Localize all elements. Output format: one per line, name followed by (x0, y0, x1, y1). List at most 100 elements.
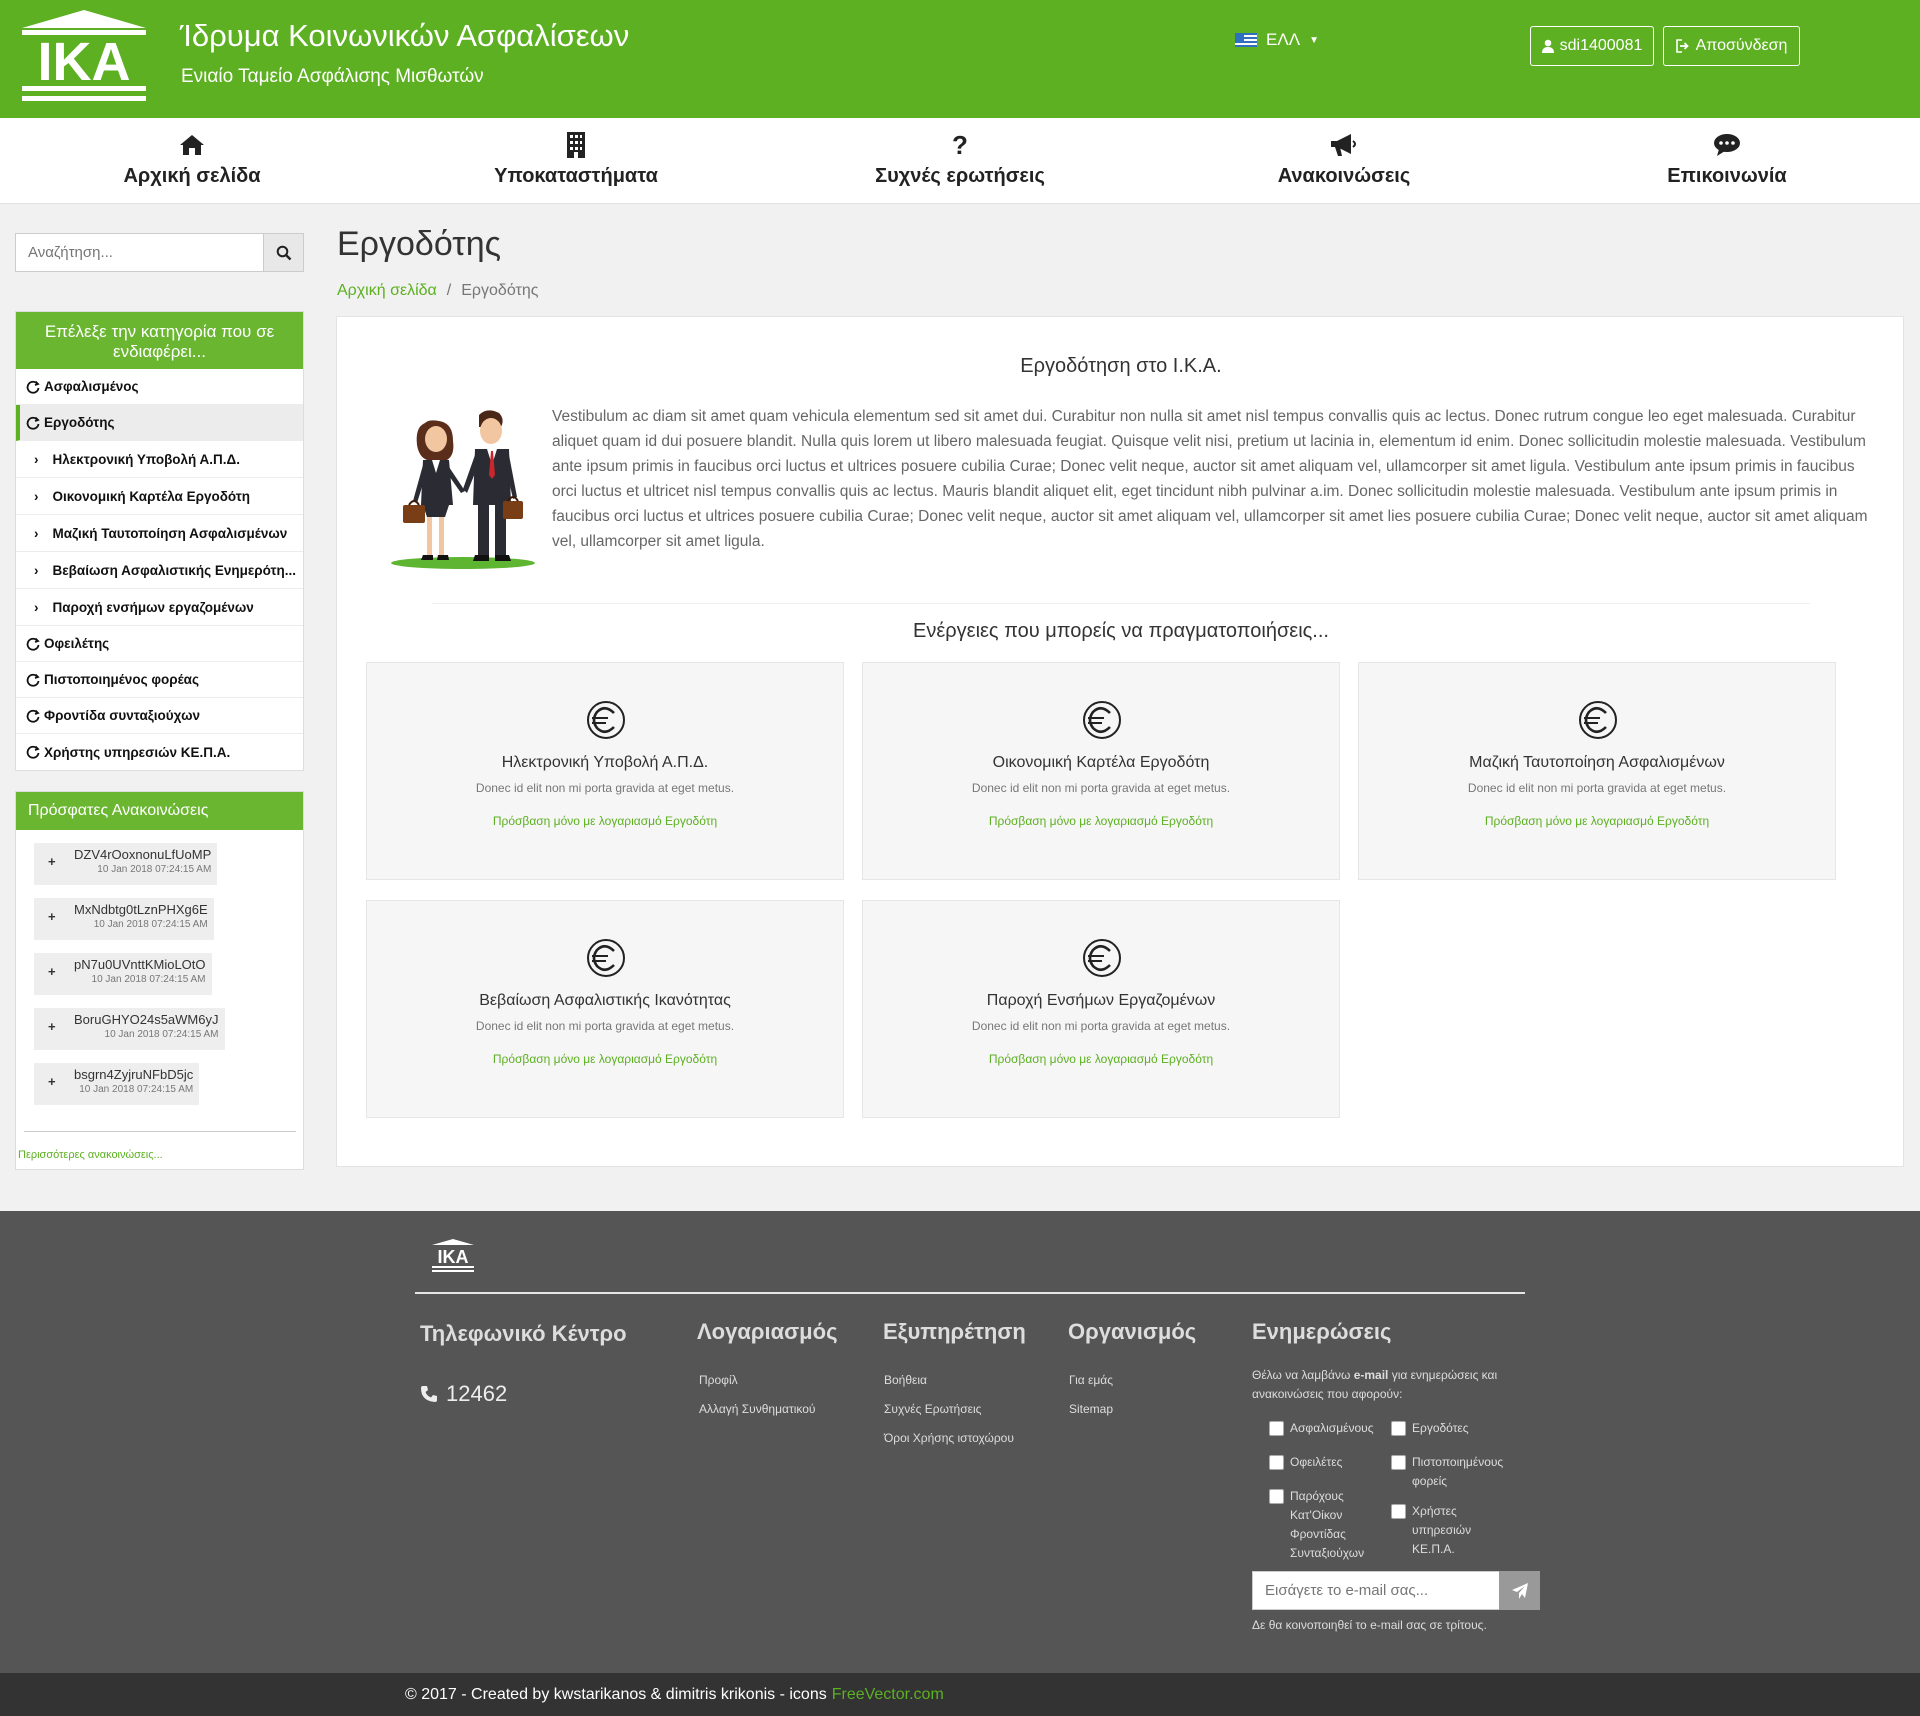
subcategory-insurance-certificate[interactable]: › Βεβαίωση Ασφαλιστικής Ενημερότη... (16, 552, 303, 589)
nav-home[interactable]: Αρχική σελίδα (72, 130, 312, 188)
language-label: ΕΛΛ (1266, 30, 1301, 49)
checkbox[interactable] (1391, 1421, 1406, 1436)
announcement-code: bsgrn4ZyjruNFbD5jc (74, 1067, 194, 1082)
building-icon (567, 132, 585, 158)
announcement-item[interactable]: + pN7u0UVnttKMioLOtO 10 Jan 2018 07:24:15 … (34, 953, 212, 995)
nav-contact[interactable]: Επικοινωνία (1607, 130, 1847, 188)
chevron-right-icon: › (34, 599, 39, 615)
user-icon (1541, 39, 1554, 53)
footer-link-faq[interactable]: Συχνές Ερωτήσεις (884, 1402, 981, 1416)
logout-button[interactable]: Αποσύνδεση (1663, 26, 1800, 66)
ika-footer-logo[interactable]: ΙΚΑ (430, 1238, 476, 1272)
action-card-link[interactable]: Πρόσβαση μόνο με λογαριασμό Εργοδότη (863, 1052, 1339, 1066)
ika-logo[interactable]: ΙΚΑ (17, 8, 151, 104)
search-button[interactable] (263, 234, 303, 271)
category-employer[interactable]: Εργοδότης (16, 405, 303, 441)
announcement-date: 10 Jan 2018 07:24:15 AM (91, 974, 206, 985)
action-card-link[interactable]: Πρόσβαση μόνο με λογαριασμό Εργοδότη (367, 814, 843, 828)
announcement-date: 10 Jan 2018 07:24:15 AM (104, 1029, 219, 1040)
action-card-description: Donec id elit non mi porta gravida at eg… (475, 781, 735, 795)
announcement-date: 10 Jan 2018 07:24:15 AM (97, 864, 212, 875)
announcement-item[interactable]: + BoruGHYO24s5aWM6yJ 10 Jan 2018 07:24:15 … (34, 1008, 225, 1050)
footer-link-change-password[interactable]: Αλλαγή Συνθηματικού (699, 1402, 815, 1416)
nav-faq[interactable]: ? Συχνές ερωτήσεις (840, 130, 1080, 188)
footer-link-about[interactable]: Για εμάς (1069, 1373, 1113, 1387)
search-icon (276, 245, 291, 260)
updates-heading: Ενημερώσεις (1252, 1319, 1392, 1344)
service-heading: Εξυπηρέτηση (883, 1319, 1026, 1344)
subscribe-button[interactable] (1499, 1571, 1540, 1610)
footer-link-terms[interactable]: Όροι Χρήσης ιστοχώρου (884, 1431, 1014, 1445)
checkbox[interactable] (1269, 1421, 1284, 1436)
action-card-link[interactable]: Πρόσβαση μόνο με λογαριασμό Εργοδότη (367, 1052, 843, 1066)
subcategory-label: Μαζική Ταυτοποίηση Ασφαλισμένων (52, 525, 288, 541)
org-subtitle: Ενιαίο Ταμείο Ασφάλισης Μισθωτών (181, 66, 484, 87)
subcategory-stamps[interactable]: › Παροχή ενσήμων εργαζομένων (16, 589, 303, 626)
plus-icon: + (48, 909, 56, 924)
category-insured[interactable]: Ασφαλισμένος (16, 369, 303, 405)
divider (432, 603, 1810, 604)
footer-link-profile[interactable]: Προφίλ (699, 1373, 738, 1387)
plus-icon: + (48, 964, 56, 979)
action-card-link[interactable]: Πρόσβαση μόνο με λογαριασμό Εργοδότη (863, 814, 1339, 828)
main-content-panel: Εργοδότηση στο Ι.Κ.Α. Vestibulum ac diam… (336, 316, 1904, 1167)
category-debtor[interactable]: Οφειλέτης (16, 626, 303, 662)
euro-circle-icon (587, 939, 625, 977)
newsletter-email (1252, 1571, 1500, 1610)
subscribe-kepa-checkbox[interactable]: Χρήστες υπηρεσιών ΚΕ.Π.Α. (1391, 1502, 1491, 1559)
announcement-date: 10 Jan 2018 07:24:15 AM (79, 1084, 194, 1095)
more-announcements-link[interactable]: Περισσότερες ανακοινώσεις... (18, 1149, 163, 1161)
action-card[interactable]: Ηλεκτρονική Υποβολή Α.Π.Δ. Donec id elit… (366, 662, 844, 880)
category-pensioner-care[interactable]: Φροντίδα συνταξιούχων (16, 698, 303, 734)
caret-down-icon: ▼ (1309, 34, 1319, 46)
announcements-heading: Πρόσφατες Ανακοινώσεις (16, 792, 303, 830)
breadcrumb-home-link[interactable]: Αρχική σελίδα (337, 282, 437, 300)
subcategory-label: Οικονομική Καρτέλα Εργοδότη (52, 488, 251, 504)
freevector-link[interactable]: FreeVector.com (832, 1686, 944, 1704)
recent-announcements: Πρόσφατες Ανακοινώσεις + DZV4rOoxnonuLfUo… (15, 791, 304, 1170)
greek-flag-icon (1235, 33, 1257, 47)
chevron-right-icon: › (34, 451, 39, 467)
nav-contact-label: Επικοινωνία (1667, 165, 1787, 187)
checkbox[interactable] (1269, 1489, 1284, 1504)
actions-heading: Ενέργειες που μπορείς να πραγματοποιήσει… (913, 620, 1329, 642)
subcategory-bulk-identification[interactable]: › Μαζική Ταυτοποίηση Ασφαλισμένων (16, 515, 303, 552)
checkbox[interactable] (1391, 1504, 1406, 1519)
checkbox[interactable] (1269, 1455, 1284, 1470)
subscribe-insured-checkbox[interactable]: Ασφαλισμένους (1269, 1419, 1389, 1438)
announcement-item[interactable]: + DZV4rOoxnonuLfUoMP 10 Jan 2018 07:24:15 … (34, 843, 218, 885)
subscribe-debtors-checkbox[interactable]: Οφειλέτες (1269, 1453, 1389, 1472)
footer-link-help[interactable]: Βοήθεια (884, 1373, 927, 1387)
action-card-link[interactable]: Πρόσβαση μόνο με λογαριασμό Εργοδότη (1359, 814, 1835, 828)
announcement-item[interactable]: + bsgrn4ZyjruNFbD5jc 10 Jan 2018 07:24:15 … (34, 1063, 200, 1105)
footer-link-sitemap[interactable]: Sitemap (1069, 1402, 1113, 1416)
action-card[interactable]: Βεβαίωση Ασφαλιστικής Ικανότητας Donec i… (366, 900, 844, 1118)
action-card-title: Μαζική Ταυτοποίηση Ασφαλισμένων (1469, 754, 1725, 771)
subscribe-certified-bodies-checkbox[interactable]: Πιστοποιημένους φορείς (1391, 1453, 1516, 1491)
nav-branches[interactable]: Υποκαταστήματα (456, 130, 696, 188)
search-input[interactable] (16, 234, 263, 271)
checkbox[interactable] (1391, 1455, 1406, 1470)
action-card[interactable]: Οικονομική Καρτέλα Εργοδότη Donec id eli… (862, 662, 1340, 880)
subscribe-home-care-checkbox[interactable]: Παρόχους Κατ'Οίκον Φροντίδας Συνταξιούχω… (1269, 1487, 1369, 1563)
subcategory-financial-card[interactable]: › Οικονομική Καρτέλα Εργοδότη (16, 478, 303, 515)
language-selector[interactable]: ΕΛΛ ▼ (1235, 30, 1319, 50)
action-card-description: Donec id elit non mi porta gravida at eg… (475, 1019, 735, 1033)
svg-text:ΙΚΑ: ΙΚΑ (38, 32, 131, 92)
category-kepa-user[interactable]: Χρήστης υπηρεσιών ΚΕ.Π.Α. (16, 734, 303, 770)
copyright-bar: © 2017 - Created by kwstarikanos & dimit… (0, 1673, 1920, 1716)
subcategory-apd[interactable]: › Ηλεκτρονική Υποβολή Α.Π.Δ. (16, 441, 303, 478)
announcement-item[interactable]: + MxNdbtg0tLznPHXg6E 10 Jan 2018 07:24:15 … (34, 898, 214, 940)
user-profile-button[interactable]: sdi1400081 (1530, 26, 1654, 66)
announcement-code: pN7u0UVnttKMioLOtO (74, 957, 206, 972)
email-input[interactable] (1253, 1572, 1499, 1609)
divider (24, 1131, 296, 1132)
question-icon: ? (952, 129, 968, 160)
action-card[interactable]: Μαζική Ταυτοποίηση Ασφαλισμένων Donec id… (1358, 662, 1836, 880)
nav-announcements[interactable]: Ανακοινώσεις (1224, 130, 1464, 188)
category-certified-body[interactable]: Πιστοποιημένος φορέας (16, 662, 303, 698)
announcement-date: 10 Jan 2018 07:24:15 AM (93, 919, 208, 930)
subscribe-employers-checkbox[interactable]: Εργοδότες (1391, 1419, 1511, 1438)
category-label: Φροντίδα συνταξιούχων (44, 708, 201, 723)
action-card[interactable]: Παροχή Ενσήμων Εργαζομένων Donec id elit… (862, 900, 1340, 1118)
